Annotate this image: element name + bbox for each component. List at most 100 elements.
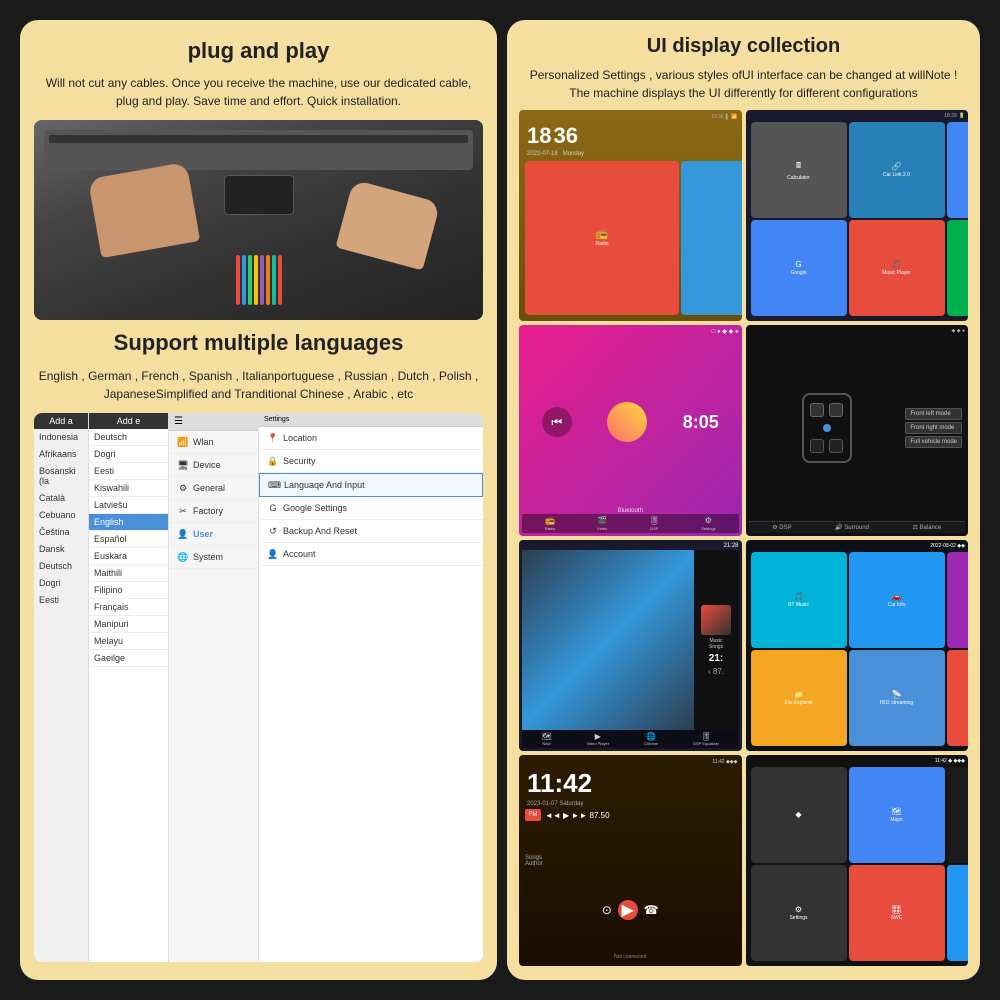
submenu-account[interactable]: 👤Account [259, 543, 483, 566]
cell3-time: 8:05 [683, 412, 719, 433]
app-carsetting[interactable]: ⚙CarSetting [947, 552, 969, 648]
submenu-security[interactable]: 🔒Security [259, 450, 483, 473]
front-left-mode[interactable]: Front left mode [905, 408, 962, 420]
lang-item: Eesti [34, 592, 88, 609]
lang-item: Afrikaans [34, 446, 88, 463]
bottom-videoplayer[interactable]: ▶Video Player [586, 732, 609, 746]
app-calc[interactable]: 🖩Calculator [751, 122, 847, 218]
lang-item: Maithili [89, 565, 168, 582]
app-musicplayer[interactable]: 🎵Music Player [849, 220, 945, 316]
cell7-content: FM ◄◄ ▶ ►► 87.50 SongsAuthor ⊙ ▶ ☎ Not c… [523, 807, 738, 962]
lang-item: Euskara [89, 548, 168, 565]
lang-item: Kiswahili [89, 480, 168, 497]
ui-cell-clock: 18:36▌📶 1836 2022-07-18 Monday 📻Radio 🎵M… [519, 110, 742, 321]
app-chrome[interactable]: 🌐Chrome [947, 122, 969, 218]
app-hd2streaming[interactable]: 📡HD2 streaming [849, 650, 945, 746]
lang-item: Dogri [34, 575, 88, 592]
lang-col-flags: Add a Indonesia Afrikaans Bosanski (la C… [34, 413, 89, 962]
cell6-status: 2022-08-02 ◆◆ [749, 543, 966, 549]
menu-system[interactable]: 🌐System [169, 546, 258, 569]
ui-cell-filemanager: 2022-08-02 ◆◆ 🎵BT Music 🚗Car Info ⚙CarSe… [746, 540, 969, 751]
front-right-mode[interactable]: Front right mode [905, 422, 962, 434]
submenu-backup[interactable]: ↺Backup And Reset [259, 520, 483, 543]
car-top-view [749, 335, 906, 521]
cell7-status: 11:42 ◆◆◆ [523, 759, 738, 765]
bottom-navi[interactable]: 🗺Navi [541, 732, 551, 746]
lang-item: Deutsch [89, 429, 168, 446]
app-musicplayer2[interactable]: 🎵Music Player [947, 767, 969, 863]
cell4-status: ◆ ◆ ● [749, 328, 966, 334]
lang-item: Français [89, 599, 168, 616]
ui-cell-nav: 21:28 ↑ MusicSongs 21: ‹ 87. [519, 540, 742, 751]
app-swc2[interactable]: 🎛SWC [849, 865, 945, 961]
lang-item: Manipuri [89, 616, 168, 633]
submenu-google[interactable]: GGoogle Settings [259, 497, 483, 520]
right-panel: UI display collection Personalized Setti… [507, 20, 980, 980]
lang-item: Dogri [89, 446, 168, 463]
app-google[interactable]: GGoogle [751, 220, 847, 316]
lang-item: Deutsch [34, 558, 88, 575]
nav-music-label: MusicSongs [709, 638, 723, 650]
app-fileexplorer[interactable]: 📁File Explorer [751, 650, 847, 746]
lang-item: Eesti [89, 463, 168, 480]
app-touchassist[interactable]: 👆Touch Assistant [947, 865, 969, 961]
bottom-video[interactable]: 🎬Video [597, 516, 607, 531]
ui-cell-apps: 18:39🔋 🖩Calculator 🔗Car Link 2.0 🌐Chrome… [746, 110, 969, 321]
bottom-radio[interactable]: 📻Radio [545, 516, 555, 531]
bottom-dsp[interactable]: 🎚DSP [649, 516, 659, 531]
plug-play-image [34, 120, 483, 320]
settings-menu-col: ☰ 📶Wlan 🖥Device ⚙General ✂Factory 👤User [169, 413, 259, 962]
lang-item: Español [89, 531, 168, 548]
left-panel: plug and play Will not cut any cables. O… [20, 20, 497, 980]
nav-album-art [701, 605, 731, 635]
nav-music-panel: MusicSongs 21: ‹ 87. [694, 550, 739, 730]
app-maps2[interactable]: 🗺Maps [849, 767, 945, 863]
cell2-icons: 🖩Calculator 🔗Car Link 2.0 🌐Chrome 🎚Equal… [749, 120, 966, 318]
cell5-bottom: 🗺Navi ▶Video Player 🌐Chrome 🎚DSP Equaliz… [522, 730, 739, 748]
ui-cell-maps: 11:42 ◆ ◆◆◆ ◆ 🗺Maps 🎵Music Player 📖Opera… [746, 755, 969, 966]
ui-cell-bluetooth: □ ● ◆ ◆ ● ⏮ 8:05 Bluetooth 📻Radio 🎬Video… [519, 325, 742, 536]
menu-user[interactable]: 👤User [169, 523, 258, 546]
cell7-controls: ⊙ ▶ ☎ [525, 900, 736, 920]
bottom-chrome2[interactable]: 🌐Chrome [644, 732, 658, 746]
menu-device[interactable]: 🖥Device [169, 454, 258, 477]
app-carlink[interactable]: 🔗Car Link 2.0 [849, 122, 945, 218]
lang-header-1: Add a [34, 413, 88, 429]
cell1-time: 1836 [523, 121, 738, 151]
lang-item: Cebuano [34, 507, 88, 524]
app-settings2[interactable]: ⚙Settings [751, 865, 847, 961]
plug-play-text: Will not cut any cables. Once you receiv… [34, 74, 483, 110]
menu-factory[interactable]: ✂Factory [169, 500, 258, 523]
cell3-status: □ ● ◆ ◆ ● [522, 328, 739, 335]
nav-speed: ‹ 87. [708, 667, 724, 676]
bottom-settings[interactable]: ⚙Settings [701, 516, 715, 531]
bt-album-art [607, 402, 647, 442]
submenu-language[interactable]: ⌨Languaqe And Input [259, 473, 483, 497]
app-playstore[interactable]: ▶Play Store [947, 220, 969, 316]
cell1-date: 2022-07-18 Monday [523, 151, 738, 157]
cell6-icons: 🎵BT Music 🚗Car Info ⚙CarSetting ◆ 📁File … [749, 550, 966, 748]
app-icon-radio[interactable]: 📻Radio [525, 161, 679, 315]
app-something2[interactable]: ◆ [751, 767, 847, 863]
cell7-song: SongsAuthor [525, 855, 736, 867]
app-btmusic[interactable]: 🎵BT Music [751, 552, 847, 648]
balance-label: ⚖ Balance [913, 524, 942, 531]
submenu-location[interactable]: 📍Location [259, 427, 483, 450]
bottom-dsp2[interactable]: 🎚DSP Equalizer [693, 732, 719, 746]
app-icon-music[interactable]: 🎵Music [681, 161, 742, 315]
language-screenshot: Add a Indonesia Afrikaans Bosanski (la C… [34, 413, 483, 962]
menu-wlan[interactable]: 📶Wlan [169, 431, 258, 454]
app-carinfo[interactable]: 🚗Car Info [849, 552, 945, 648]
menu-general[interactable]: ⚙General [169, 477, 258, 500]
lang-item: Gaeilge [89, 650, 168, 667]
cell4-bottom: ⚙ DSP 🔊 Surround ⚖ Balance [749, 521, 966, 533]
lang-item: Latviešu [89, 497, 168, 514]
app-instructions[interactable]: 📖Instructions [947, 650, 969, 746]
ui-cell-clock2: 11:42 ◆◆◆ 11:42 2023-01-07 Saturday FM ◄… [519, 755, 742, 966]
full-vehicle-mode[interactable]: Full vehicle mode [905, 436, 962, 448]
plug-play-title: plug and play [34, 38, 483, 64]
lang-item: Català [34, 490, 88, 507]
ui-collection-title: UI display collection [519, 34, 968, 58]
cell8-icons: ◆ 🗺Maps 🎵Music Player 📖Operation guide ⚙… [749, 765, 966, 963]
nav-map: ↑ [522, 550, 694, 730]
